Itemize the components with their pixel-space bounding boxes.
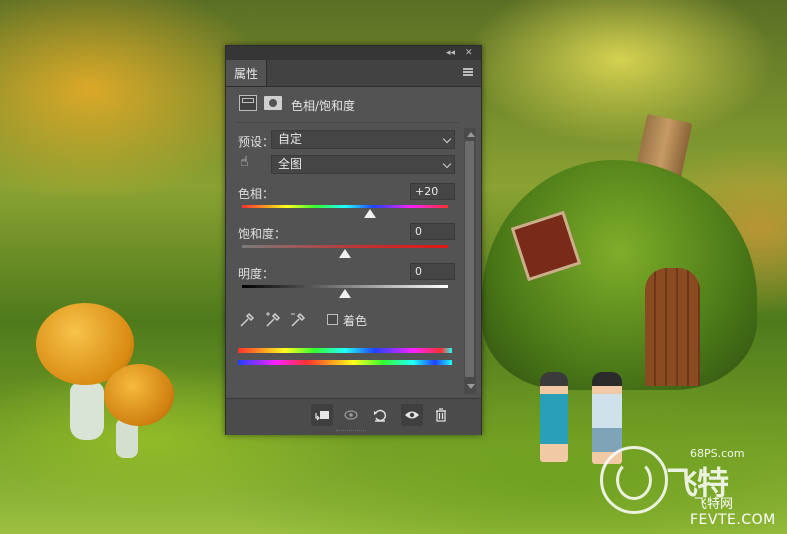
chevron-down-icon [442,134,452,144]
saturation-slider-thumb[interactable] [339,249,351,258]
panel-titlebar[interactable]: ◂◂ ✕ [226,46,481,60]
watermark-site: FEVTE.COM [690,512,776,528]
colorize-checkbox[interactable] [327,314,338,325]
hue-saturation-adjustment-icon[interactable] [239,95,257,111]
input-color-bar [238,348,452,353]
watermark-logo-mark [616,460,652,500]
panel-tab-row: 属性 [226,60,481,87]
hue-slider-thumb[interactable] [363,209,376,218]
visibility-eye-icon[interactable] [401,404,423,426]
layer-mask-icon[interactable] [264,96,282,110]
watermark-brand-cn: 飞特网 [694,497,734,512]
eyedropper-icon[interactable] [238,311,256,329]
tab-properties[interactable]: 属性 [226,60,267,86]
reset-icon[interactable] [369,404,391,426]
mushroom-cap [104,364,174,426]
colorize-label: 着色 [343,314,368,328]
clip-to-layer-icon[interactable] [311,404,333,426]
scroll-down-arrow-icon[interactable] [467,384,475,389]
preset-value: 自定 [278,132,303,146]
channel-value: 全图 [278,157,303,171]
view-previous-state-icon[interactable] [340,404,362,426]
panel-resize-grip[interactable] [336,430,366,434]
lightness-slider-track[interactable] [242,285,448,288]
mushroom-stem [70,382,104,440]
child-figure [540,372,568,462]
properties-panel: ◂◂ ✕ 属性 色相/饱和度 预设： 自定 ☝ 全图 色相： +20 饱和度： … [225,45,482,435]
channel-select[interactable]: 全图 [271,155,455,174]
house-door [645,268,700,386]
hue-value-input[interactable]: +20 [410,183,455,200]
scroll-up-arrow-icon[interactable] [467,132,475,137]
saturation-slider-track[interactable] [242,245,448,248]
trash-icon[interactable] [430,404,452,426]
adjustment-title: 色相/饱和度 [291,99,356,113]
eyedropper-plus-icon[interactable] [264,311,282,329]
panel-footer [226,398,481,435]
scrollbar-thumb[interactable] [465,141,474,377]
saturation-label: 饱和度： [238,227,287,241]
saturation-value-input[interactable]: 0 [410,223,455,240]
divider [236,122,458,123]
lightness-value-input[interactable]: 0 [410,263,455,280]
preset-label: 预设： [238,135,275,149]
lightness-slider-thumb[interactable] [339,289,351,298]
chevron-down-icon [442,159,452,169]
panel-menu-icon[interactable] [463,68,473,76]
output-color-bar [238,360,452,365]
hue-label: 色相： [238,187,275,201]
close-icon[interactable]: ✕ [465,47,473,59]
double-chevron-icon[interactable]: ◂◂ [446,47,455,59]
targeted-adjustment-hand-icon[interactable]: ☝ [240,154,249,170]
preset-select[interactable]: 自定 [271,130,455,149]
eyedropper-minus-icon[interactable] [289,311,307,329]
lightness-label: 明度： [238,267,275,281]
hue-slider-track[interactable] [242,205,448,208]
